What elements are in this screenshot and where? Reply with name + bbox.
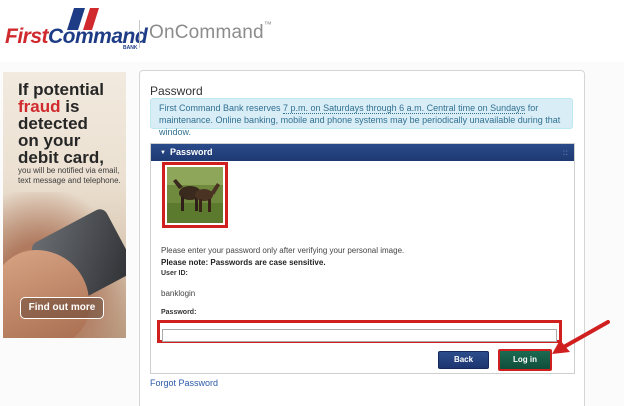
fraud-alert-ad: If potential fraud is detected on your d… [3, 72, 126, 338]
user-id-value: banklogin [161, 289, 196, 298]
personal-image-frame [162, 162, 228, 228]
password-section: ▼ Password :: Please enter your password … [150, 143, 575, 374]
maintenance-notice: First Command Bank reserves 7 p.m. on Sa… [150, 98, 573, 137]
header-divider [139, 20, 140, 48]
back-button[interactable]: Back [438, 351, 489, 369]
logo-bank-label: BANK [123, 45, 138, 51]
forgot-password-link[interactable]: Forgot Password [150, 378, 218, 388]
header: FirstCommand BANK OnCommand™ [0, 0, 624, 62]
user-id-label: User ID: [161, 270, 188, 277]
password-section-header[interactable]: ▼ Password :: [151, 144, 574, 161]
horses-image [167, 167, 223, 223]
red-arrow-annotation [552, 320, 610, 354]
password-label: Password: [161, 309, 197, 316]
first-command-logo[interactable]: FirstCommand BANK [5, 8, 148, 52]
page-title: Password [150, 84, 203, 98]
login-panel: Password First Command Bank reserves 7 p… [139, 70, 585, 406]
password-input[interactable] [162, 328, 557, 342]
caret-down-icon: ▼ [160, 150, 166, 156]
app-name: OnCommand™ [149, 20, 272, 43]
maintenance-window: 7 p.m. on Saturdays through 6 a.m. Centr… [283, 103, 526, 114]
password-field-highlight [157, 320, 562, 343]
drag-handle-icon: :: [562, 148, 568, 157]
ad-headline: If potential fraud is detected on your d… [18, 80, 104, 167]
ad-description: you will be notified via email, text mes… [18, 166, 121, 185]
case-sensitive-note: Please note: Passwords are case sensitiv… [161, 258, 326, 267]
verify-image-instruction: Please enter your password only after ve… [161, 246, 405, 255]
find-out-more-button[interactable]: Find out more [20, 297, 104, 319]
